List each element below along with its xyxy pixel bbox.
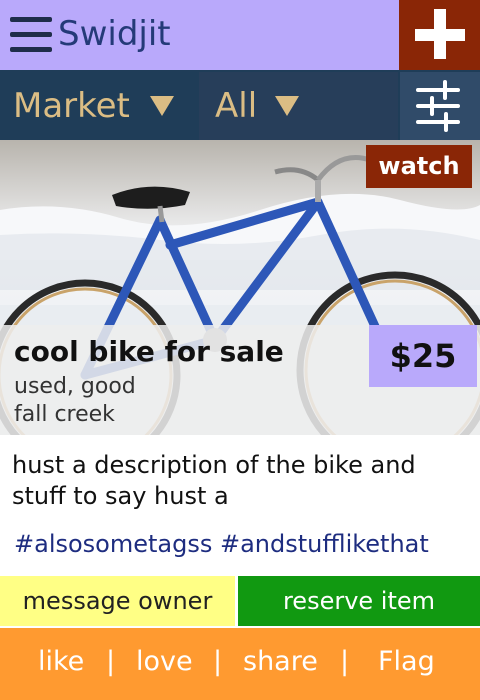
chevron-down-icon (275, 96, 299, 116)
app-title: Swidjit (58, 14, 171, 54)
sliders-icon (416, 80, 460, 132)
flag-button[interactable]: Flag (378, 628, 435, 696)
listing-title[interactable]: cool bike for sale (14, 334, 284, 370)
chevron-down-icon (150, 96, 174, 116)
reserve-item-button[interactable]: reserve item (238, 576, 480, 626)
scope-dropdown-label: All (215, 86, 258, 126)
category-dropdown-label: Market (13, 86, 130, 126)
separator: | (340, 646, 350, 677)
listing-location: fall creek (14, 402, 115, 427)
category-dropdown[interactable]: Market (0, 72, 197, 140)
scope-dropdown[interactable]: All (199, 72, 398, 140)
listing-tags[interactable]: #alsosometagss #andstufflikethat (14, 528, 429, 560)
separator: | (106, 646, 116, 677)
love-button[interactable]: love (136, 628, 193, 696)
price-badge: $25 (369, 325, 477, 387)
hamburger-menu-icon[interactable] (10, 17, 52, 53)
listing-condition: used, good (14, 374, 136, 399)
add-listing-button[interactable] (399, 0, 480, 70)
watch-button[interactable]: watch (366, 145, 472, 188)
message-owner-button[interactable]: message owner (0, 576, 235, 626)
share-button[interactable]: share (243, 628, 318, 696)
like-button[interactable]: like (38, 628, 84, 696)
separator: | (213, 646, 223, 677)
listing-description: hust a description of the bike and stuff… (12, 451, 416, 510)
filter-settings-button[interactable] (400, 72, 480, 140)
